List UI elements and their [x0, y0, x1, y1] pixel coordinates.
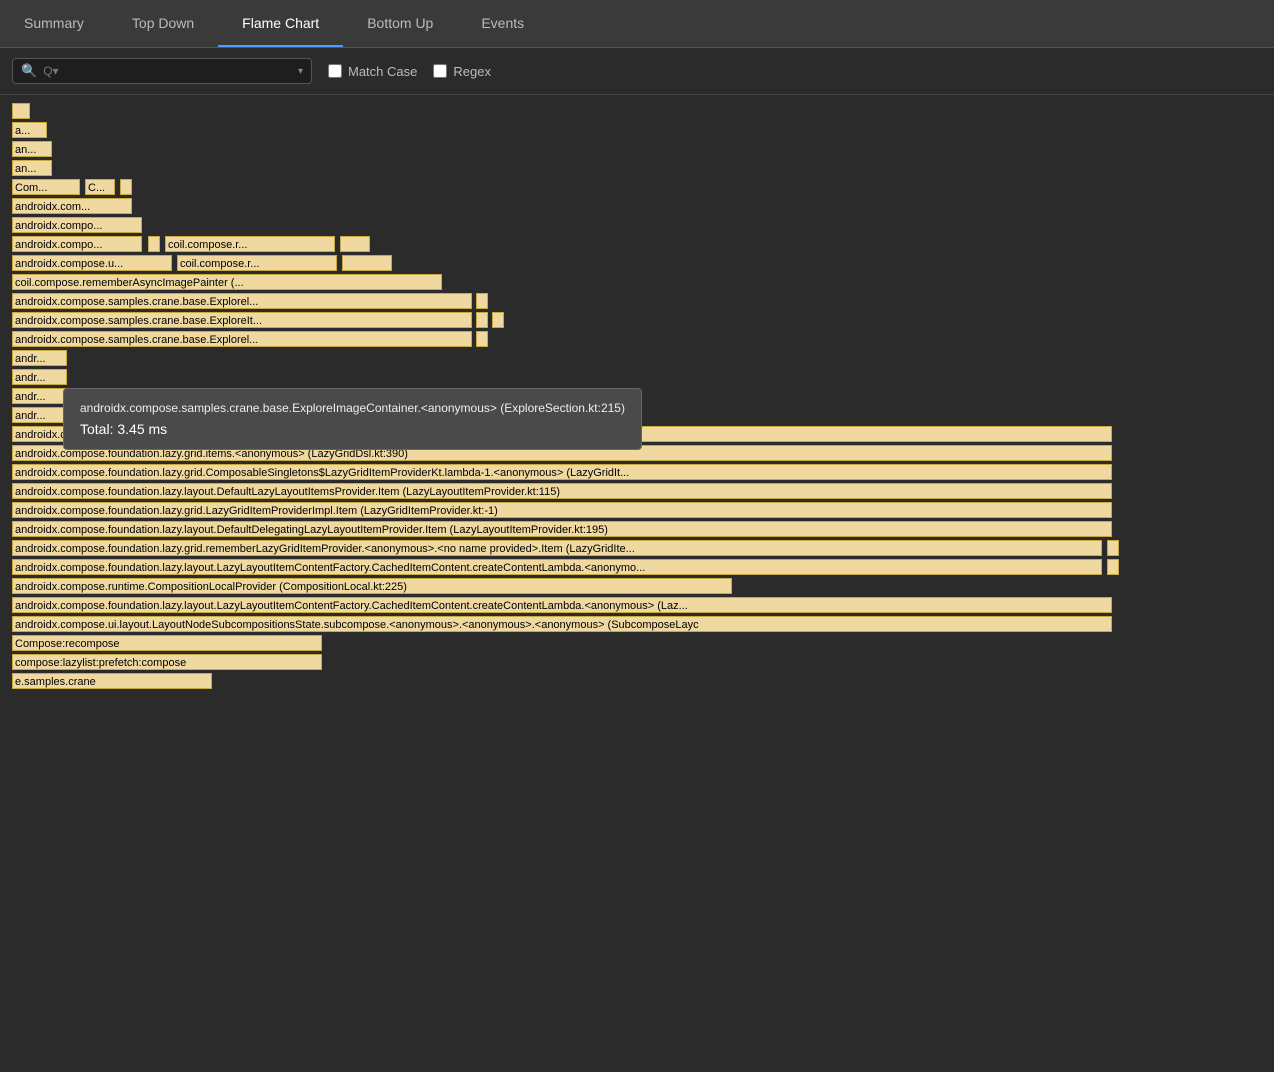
flame-bar[interactable]: androidx.compose.samples.crane.base.Expl…	[12, 293, 472, 309]
flame-bar[interactable]: Compose:recompose	[12, 635, 322, 651]
flame-row: e.samples.crane	[0, 673, 1274, 691]
flame-bar[interactable]	[340, 236, 370, 252]
search-icon: 🔍	[21, 63, 37, 79]
flame-bar[interactable]: androidx.com...	[12, 198, 132, 214]
flame-row: androidx.compose.foundation.lazy.grid.La…	[0, 502, 1274, 520]
search-bar: 🔍 ▾ Match Case Regex	[0, 48, 1274, 95]
flame-bar[interactable]: androidx.compo...	[12, 236, 142, 252]
flame-bar[interactable]: androidx.compose.runtime.CompositionLoca…	[12, 578, 732, 594]
flame-bar[interactable]: coil.compose.r...	[177, 255, 337, 271]
regex-checkbox[interactable]	[433, 64, 447, 78]
search-chevron-icon: ▾	[298, 66, 303, 77]
match-case-checkbox-label[interactable]: Match Case	[328, 64, 417, 79]
flame-row: androidx.compo... coil.compose.r...	[0, 236, 1274, 254]
tab-top-down[interactable]: Top Down	[108, 0, 218, 47]
flame-bar[interactable]	[12, 103, 30, 119]
tooltip-title: androidx.compose.samples.crane.base.Expl…	[80, 401, 625, 415]
flame-bar[interactable]: andr...	[12, 350, 67, 366]
flame-bar[interactable]: androidx.compo...	[12, 217, 142, 233]
flame-row: Compose:recompose	[0, 635, 1274, 653]
flame-row: an...	[0, 141, 1274, 159]
flame-row: androidx.compose.foundation.lazy.grid.Co…	[0, 464, 1274, 482]
flame-bar[interactable]	[1107, 559, 1119, 575]
flame-row: androidx.compose.foundation.lazy.grid.re…	[0, 540, 1274, 558]
flame-bar[interactable]	[476, 293, 488, 309]
flame-bar[interactable]: compose:lazylist:prefetch:compose	[12, 654, 322, 670]
flame-bar[interactable]: androidx.compose.foundation.lazy.layout.…	[12, 559, 1102, 575]
tab-summary[interactable]: Summary	[0, 0, 108, 47]
search-input-wrapper: 🔍 ▾	[12, 58, 312, 84]
flame-row: andr...	[0, 350, 1274, 368]
flame-bar[interactable]: androidx.compose.ui.layout.LayoutNodeSub…	[12, 616, 1112, 632]
flame-bar[interactable]: androidx.compose.foundation.lazy.grid.Co…	[12, 464, 1112, 480]
flame-bar[interactable]: andr...	[12, 407, 67, 423]
flame-bar[interactable]: an...	[12, 141, 52, 157]
flame-bar[interactable]	[476, 312, 488, 328]
flame-bar[interactable]: e.samples.crane	[12, 673, 212, 689]
tooltip-total: Total: 3.45 ms	[80, 421, 625, 437]
flame-row: androidx.compose.samples.crane.base.Expl…	[0, 293, 1274, 311]
flame-bar[interactable]	[492, 312, 504, 328]
tab-flame-chart[interactable]: Flame Chart	[218, 0, 343, 47]
flame-bar[interactable]	[476, 331, 488, 347]
flame-bar[interactable]: Com...	[12, 179, 80, 195]
flame-row: androidx.compose.runtime.CompositionLoca…	[0, 578, 1274, 596]
flame-row: androidx.compose.samples.crane.base.Expl…	[0, 312, 1274, 330]
flame-row: androidx.compose.u... coil.compose.r...	[0, 255, 1274, 273]
flame-bar[interactable]: androidx.compose.u...	[12, 255, 172, 271]
flame-bar[interactable]: androidx.compose.foundation.lazy.layout.…	[12, 521, 1112, 537]
flame-bar[interactable]: androidx.compose.samples.crane.base.Expl…	[12, 312, 472, 328]
flame-bar[interactable]: androidx.compose.foundation.lazy.grid.re…	[12, 540, 1102, 556]
tab-bar: Summary Top Down Flame Chart Bottom Up E…	[0, 0, 1274, 48]
flame-bar[interactable]: coil.compose.r...	[165, 236, 335, 252]
regex-checkbox-label[interactable]: Regex	[433, 64, 491, 79]
flame-row: androidx.compose.ui.layout.LayoutNodeSub…	[0, 616, 1274, 634]
match-case-label: Match Case	[348, 64, 417, 79]
search-input[interactable]	[43, 64, 292, 78]
flame-bar[interactable]: coil.compose.rememberAsyncImagePainter (…	[12, 274, 442, 290]
flame-row: coil.compose.rememberAsyncImagePainter (…	[0, 274, 1274, 292]
flame-bar[interactable]: androidx.compose.foundation.lazy.grid.La…	[12, 502, 1112, 518]
flame-bar[interactable]: androidx.compose.foundation.lazy.layout.…	[12, 483, 1112, 499]
flame-row: androidx.compose.foundation.lazy.layout.…	[0, 559, 1274, 577]
flame-row: an...	[0, 160, 1274, 178]
flame-row: a...	[0, 122, 1274, 140]
flame-row	[0, 103, 1274, 121]
flame-row: androidx.compose.foundation.lazy.layout.…	[0, 521, 1274, 539]
regex-label: Regex	[453, 64, 491, 79]
tab-bottom-up[interactable]: Bottom Up	[343, 0, 457, 47]
tooltip: androidx.compose.samples.crane.base.Expl…	[63, 388, 642, 450]
flame-row: androidx.compose.samples.crane.base.Expl…	[0, 331, 1274, 349]
flame-row: androidx.compo...	[0, 217, 1274, 235]
flame-bar[interactable]: an...	[12, 160, 52, 176]
match-case-checkbox[interactable]	[328, 64, 342, 78]
flame-row: androidx.compose.foundation.lazy.layout.…	[0, 483, 1274, 501]
flame-row: androidx.compose.foundation.lazy.layout.…	[0, 597, 1274, 615]
flame-bar[interactable]: androidx.compose.foundation.lazy.layout.…	[12, 597, 1112, 613]
flame-bar[interactable]	[120, 179, 132, 195]
flame-bar[interactable]: andr...	[12, 369, 67, 385]
flame-bar[interactable]	[148, 236, 160, 252]
flame-row: androidx.com...	[0, 198, 1274, 216]
flame-bar[interactable]	[342, 255, 392, 271]
flame-bar[interactable]: a...	[12, 122, 47, 138]
flame-bar[interactable]: androidx.compose.samples.crane.base.Expl…	[12, 331, 472, 347]
flame-bar[interactable]: andr...	[12, 388, 67, 404]
flame-row: compose:lazylist:prefetch:compose	[0, 654, 1274, 672]
flame-bar[interactable]	[1107, 540, 1119, 556]
flame-row: andr...	[0, 369, 1274, 387]
flame-row: Com... C...	[0, 179, 1274, 197]
tab-events[interactable]: Events	[457, 0, 548, 47]
flame-bar[interactable]: C...	[85, 179, 115, 195]
